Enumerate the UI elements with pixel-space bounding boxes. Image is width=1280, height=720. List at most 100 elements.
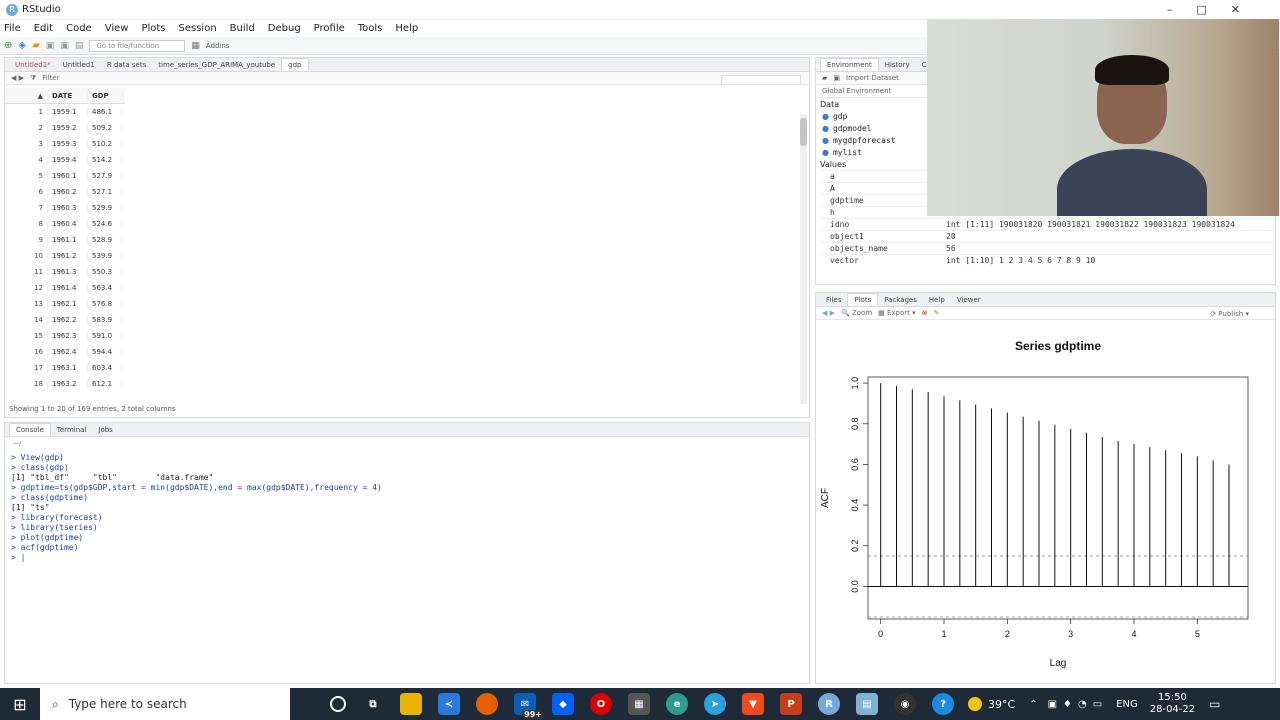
menu-debug[interactable]: Debug xyxy=(268,23,301,34)
table-row[interactable]: 13 1962.1 576.8 xyxy=(5,296,125,312)
tab-viewer[interactable]: Viewer xyxy=(951,294,987,306)
filter-button[interactable]: Filter xyxy=(42,74,59,82)
taskbar-search-box[interactable]: ⌕ Type here to search xyxy=(40,688,290,720)
print-icon[interactable]: ▤ xyxy=(75,41,84,51)
tab-files[interactable]: Files xyxy=(820,294,847,306)
table-row[interactable]: 3 1959.3 510.2 xyxy=(5,136,125,152)
environment-value-item[interactable]: object1 20 xyxy=(820,230,1275,242)
open-file-icon[interactable]: ▰ xyxy=(32,40,40,51)
tab-r-data-sets[interactable]: R data sets xyxy=(101,59,152,71)
mail-icon[interactable]: ✉ 99+ xyxy=(514,693,544,719)
weather-icon[interactable] xyxy=(968,697,982,711)
vscode-icon[interactable]: ≺ xyxy=(438,693,460,715)
close-icon[interactable]: ✕ xyxy=(1231,3,1264,16)
expand-icon[interactable]: ● xyxy=(822,112,829,121)
table-row[interactable]: 18 1963.2 612.1 xyxy=(5,376,125,392)
menu-file[interactable]: File xyxy=(4,23,21,34)
tab-terminal[interactable]: Terminal xyxy=(51,424,93,436)
tab-history[interactable]: History xyxy=(879,59,916,71)
firefox-icon[interactable] xyxy=(476,693,498,715)
table-row[interactable]: 7 1960.3 529.9 xyxy=(5,200,125,216)
save-workspace-icon[interactable]: ▣ xyxy=(833,74,840,82)
table-row[interactable]: 4 1959.4 514.2 xyxy=(5,152,125,168)
menu-tools[interactable]: Tools xyxy=(358,23,383,34)
save-icon[interactable]: ▣ xyxy=(46,41,55,51)
temperature[interactable]: 39°C xyxy=(988,698,1015,711)
tab-help[interactable]: Help xyxy=(923,294,951,306)
menu-session[interactable]: Session xyxy=(179,23,217,34)
table-row[interactable]: 17 1963.1 603.4 xyxy=(5,360,125,376)
menu-plots[interactable]: Plots xyxy=(141,23,165,34)
task-view-icon[interactable]: ⧉ xyxy=(362,693,384,715)
tab-plots[interactable]: Plots xyxy=(847,293,879,306)
tab-time-series-script[interactable]: time_series_GDP_ARIMA_youtube xyxy=(152,59,281,71)
console-output[interactable]: > View(gdp) > class(gdp) [1] "tbl_df" "tbl… xyxy=(11,453,382,563)
language-indicator[interactable]: ENG xyxy=(1116,699,1138,710)
menu-view[interactable]: View xyxy=(105,23,129,34)
file-explorer-icon[interactable] xyxy=(400,693,422,715)
table-row[interactable]: 8 1960.4 524.6 xyxy=(5,216,125,232)
notepad-icon[interactable]: ▤ xyxy=(856,693,878,715)
environment-value-item[interactable]: idno int [1:11] 190031820 190031821 19003… xyxy=(820,218,1275,230)
edge-icon[interactable]: e xyxy=(666,693,688,715)
brave-icon[interactable]: ▼ xyxy=(742,693,764,715)
clear-plots-icon[interactable]: ✎ xyxy=(934,309,940,317)
column-header-gdp[interactable]: GDP xyxy=(87,91,123,100)
global-environment-dropdown[interactable]: Global Environment xyxy=(822,87,891,95)
load-workspace-icon[interactable]: ▰ xyxy=(822,74,827,82)
filter-icon[interactable]: ⧩ xyxy=(30,74,36,83)
tab-untitled1-star[interactable]: Untitled1* xyxy=(9,59,57,71)
new-project-icon[interactable]: ◈ xyxy=(18,40,26,51)
store-icon[interactable]: ▦ xyxy=(628,693,650,715)
table-row[interactable]: 1 1959.1 486.1 xyxy=(5,104,125,120)
tray-icons[interactable]: ▣♦◔▭ xyxy=(1048,699,1109,710)
notifications-icon[interactable]: ▭ xyxy=(1209,697,1220,711)
menu-edit[interactable]: Edit xyxy=(34,23,53,34)
menu-code[interactable]: Code xyxy=(66,23,92,34)
tab-environment[interactable]: Environment xyxy=(820,58,879,71)
windows-start-icon[interactable]: ⊞ xyxy=(0,695,40,714)
cortana-icon[interactable] xyxy=(330,696,346,712)
table-row[interactable]: 11 1961.3 550.3 xyxy=(5,264,125,280)
back-icon[interactable]: ◀ ▶ xyxy=(11,74,24,82)
publish-button[interactable]: ⟳ Publish ▾ xyxy=(1210,310,1249,318)
telegram-icon[interactable]: ➤ xyxy=(704,693,726,715)
column-header-date[interactable]: DATE xyxy=(47,91,87,100)
menu-help[interactable]: Help xyxy=(395,23,418,34)
menu-build[interactable]: Build xyxy=(230,23,255,34)
grid-icon[interactable]: ▦ xyxy=(191,41,200,51)
table-row[interactable]: 5 1960.1 527.9 xyxy=(5,168,125,184)
table-row[interactable]: 12 1961.4 563.4 xyxy=(5,280,125,296)
export-button[interactable]: ▦ Export ▾ xyxy=(878,309,916,317)
goto-file-input[interactable]: Go to file/function xyxy=(89,39,186,52)
environment-value-item[interactable]: objects_name 56 xyxy=(820,242,1275,254)
tab-gdp[interactable]: gdp xyxy=(281,58,309,71)
table-row[interactable]: 14 1962.2 583.9 xyxy=(5,312,125,328)
minimize-icon[interactable]: – xyxy=(1167,3,1197,16)
tray-chevron-icon[interactable]: ⌃ xyxy=(1029,699,1037,710)
tab-packages[interactable]: Packages xyxy=(878,294,923,306)
tab-console[interactable]: Console xyxy=(9,423,51,436)
menu-profile[interactable]: Profile xyxy=(314,23,345,34)
table-row[interactable]: 10 1961.2 539.9 xyxy=(5,248,125,264)
new-file-icon[interactable]: ⊕ xyxy=(4,40,12,51)
table-row[interactable]: 9 1961.1 528.9 xyxy=(5,232,125,248)
tab-untitled1[interactable]: Untitled1 xyxy=(57,59,101,71)
opera-icon[interactable]: O xyxy=(590,693,612,715)
expand-icon[interactable]: ● xyxy=(822,124,829,133)
maximize-icon[interactable]: □ xyxy=(1196,3,1230,16)
tab-jobs[interactable]: Jobs xyxy=(92,424,118,436)
save-all-icon[interactable]: ▣ xyxy=(60,41,69,51)
remove-plot-icon[interactable]: ⊗ xyxy=(922,309,928,317)
zoom-button[interactable]: 🔍 Zoom xyxy=(841,309,872,317)
help-icon[interactable]: ? xyxy=(932,693,954,715)
plot-back-icon[interactable]: ◀ ▶ xyxy=(822,309,835,317)
table-row[interactable]: 6 1960.2 527.1 xyxy=(5,184,125,200)
table-search-input[interactable] xyxy=(721,75,801,85)
dropbox-icon[interactable]: ◆ xyxy=(552,693,574,715)
table-row[interactable]: 15 1962.3 591.0 xyxy=(5,328,125,344)
environment-value-item[interactable]: vector int [1:10] 1 2 3 4 5 6 7 8 9 10 xyxy=(820,254,1275,266)
import-dataset-button[interactable]: Import Dataset xyxy=(846,74,899,82)
table-row[interactable]: 16 1962.4 594.4 xyxy=(5,344,125,360)
clock[interactable]: 15:50 28-04-22 xyxy=(1150,692,1195,716)
